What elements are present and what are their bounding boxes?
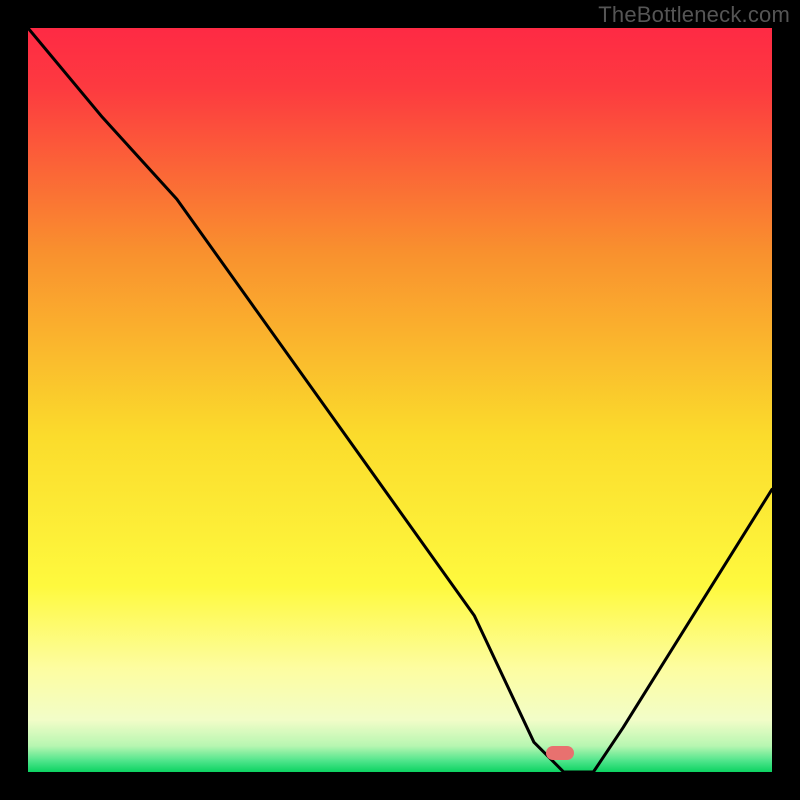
bottleneck-chart <box>28 28 772 772</box>
chart-frame: TheBottleneck.com <box>0 0 800 800</box>
plot-area <box>28 28 772 772</box>
gradient-background <box>28 28 772 772</box>
optimum-marker <box>546 746 574 760</box>
watermark-text: TheBottleneck.com <box>598 2 790 28</box>
